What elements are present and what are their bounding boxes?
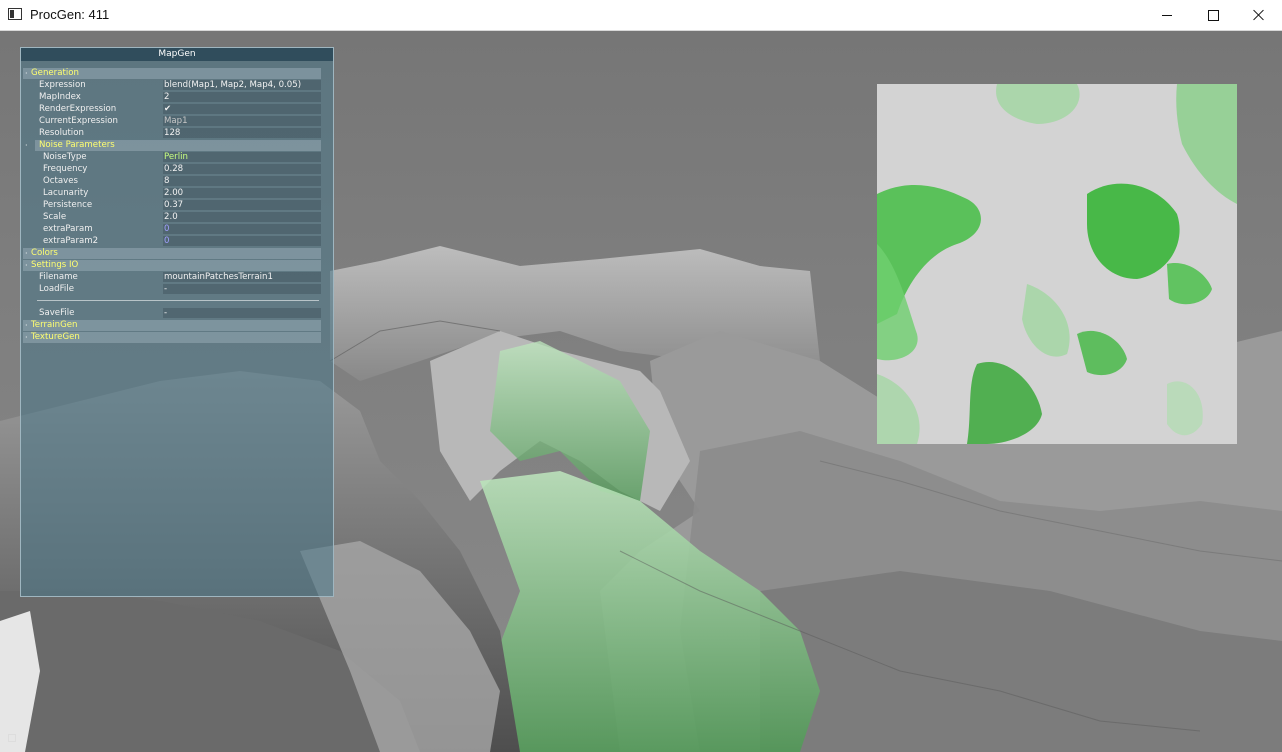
row-extraparam: extraParam 0 — [23, 224, 321, 235]
collapse-icon[interactable]: · — [25, 140, 28, 151]
panel-title[interactable]: MapGen — [21, 48, 333, 61]
renderexpression-checkbox[interactable]: ✔ — [163, 104, 321, 114]
filename-input[interactable]: mountainPatchesTerrain1 — [163, 272, 321, 282]
group-texturegen[interactable]: · TextureGen — [23, 332, 321, 343]
extraparam2-field[interactable]: 0 — [163, 236, 321, 246]
row-renderexpression: RenderExpression ✔ — [23, 104, 321, 115]
group-generation[interactable]: · Generation — [23, 68, 321, 79]
lacunarity-field[interactable]: 2.00 — [163, 188, 321, 198]
collapse-icon[interactable]: · — [25, 260, 28, 271]
row-scale: Scale 2.0 — [23, 212, 321, 223]
currentexpression-field: Map1 — [163, 116, 321, 126]
row-currentexpression: CurrentExpression Map1 — [23, 116, 321, 127]
group-noise-label: Noise Parameters — [39, 140, 115, 150]
loadfile-button[interactable]: - — [163, 284, 321, 294]
group-colors[interactable]: · Colors — [23, 248, 321, 259]
collapse-icon[interactable]: · — [25, 320, 28, 331]
row-noisetype: NoiseType Perlin — [23, 152, 321, 163]
frequency-field[interactable]: 0.28 — [163, 164, 321, 174]
collapse-icon[interactable]: · — [25, 248, 28, 259]
frequency-label: Frequency — [43, 164, 88, 174]
scale-field[interactable]: 2.0 — [163, 212, 321, 222]
noisetype-select[interactable]: Perlin — [163, 152, 321, 162]
persistence-field[interactable]: 0.37 — [163, 200, 321, 210]
heightmap-image — [877, 84, 1237, 444]
row-resolution: Resolution 128 — [23, 128, 321, 139]
window-title: ProcGen: 411 — [30, 7, 110, 22]
savefile-button[interactable]: - — [163, 308, 321, 318]
row-filename: Filename mountainPatchesTerrain1 — [23, 272, 321, 283]
minimize-button[interactable] — [1144, 0, 1190, 30]
group-colors-label: Colors — [31, 248, 58, 258]
octaves-field[interactable]: 8 — [163, 176, 321, 186]
resolution-field[interactable]: 128 — [163, 128, 321, 138]
noisetype-label: NoiseType — [43, 152, 87, 162]
row-expression: Expression blend(Map1, Map2, Map4, 0.05) — [23, 80, 321, 91]
row-loadfile: LoadFile - — [23, 284, 321, 295]
row-savefile: SaveFile - — [23, 308, 321, 319]
group-settings-io-label: Settings IO — [31, 260, 79, 270]
persistence-label: Persistence — [43, 200, 93, 210]
row-lacunarity: Lacunarity 2.00 — [23, 188, 321, 199]
expression-field[interactable]: blend(Map1, Map2, Map4, 0.05) — [163, 80, 321, 90]
maximize-button[interactable] — [1190, 0, 1236, 30]
renderexpression-label: RenderExpression — [39, 104, 117, 114]
group-settings-io[interactable]: · Settings IO — [23, 260, 321, 271]
title-bar: ProcGen: 411 — [0, 0, 1282, 31]
savefile-label: SaveFile — [39, 308, 75, 318]
group-generation-label: Generation — [31, 68, 79, 78]
app-icon — [8, 8, 22, 20]
resolution-label: Resolution — [39, 128, 84, 138]
mapgen-panel: MapGen · Generation Expression blend(Map… — [20, 47, 334, 597]
group-terraingen-label: TerrainGen — [31, 320, 78, 330]
mapindex-label: MapIndex — [39, 92, 81, 102]
octaves-label: Octaves — [43, 176, 78, 186]
extraparam-label: extraParam — [43, 224, 93, 234]
mapindex-field[interactable]: 2 — [163, 92, 321, 102]
scale-label: Scale — [43, 212, 67, 222]
extraparam2-label: extraParam2 — [43, 236, 99, 246]
row-frequency: Frequency 0.28 — [23, 164, 321, 175]
close-button[interactable] — [1236, 0, 1282, 30]
heightmap-preview — [877, 84, 1237, 444]
filename-label: Filename — [39, 272, 78, 282]
row-extraparam2: extraParam2 0 — [23, 236, 321, 247]
loadfile-label: LoadFile — [39, 284, 74, 294]
lacunarity-label: Lacunarity — [43, 188, 89, 198]
resize-grip-icon[interactable] — [8, 734, 16, 742]
group-texturegen-label: TextureGen — [31, 332, 80, 342]
currentexpression-label: CurrentExpression — [39, 116, 118, 126]
expression-label: Expression — [39, 80, 86, 90]
collapse-icon[interactable]: · — [25, 68, 28, 79]
collapse-icon[interactable]: · — [25, 332, 28, 343]
separator — [37, 300, 319, 301]
extraparam-field[interactable]: 0 — [163, 224, 321, 234]
row-mapindex: MapIndex 2 — [23, 92, 321, 103]
group-noise-parameters[interactable]: · Noise Parameters — [25, 140, 321, 151]
row-octaves: Octaves 8 — [23, 176, 321, 187]
row-persistence: Persistence 0.37 — [23, 200, 321, 211]
group-terraingen[interactable]: · TerrainGen — [23, 320, 321, 331]
